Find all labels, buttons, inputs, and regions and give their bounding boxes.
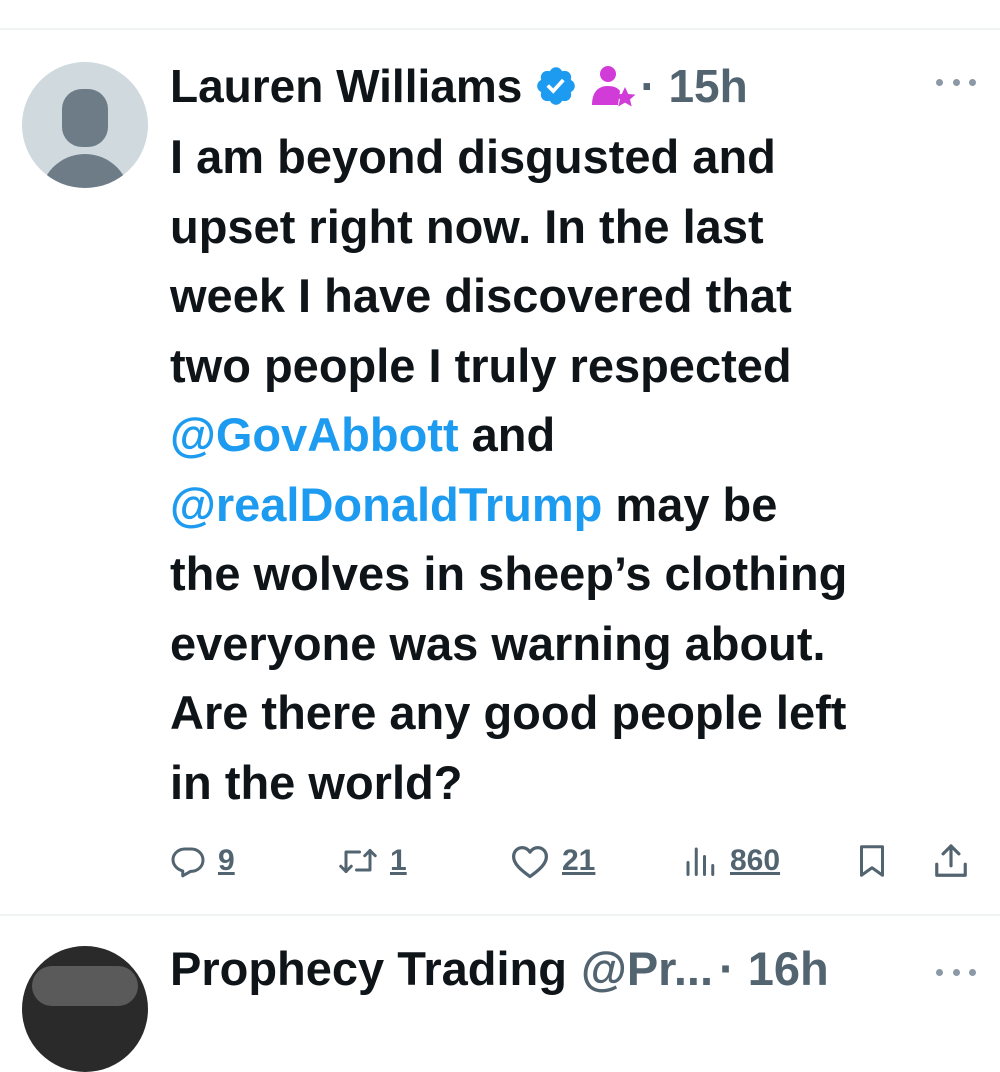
tweet-text-line: @realDonaldTrump may be (170, 470, 980, 540)
reply-count[interactable]: 9 (218, 844, 235, 878)
tweet-text-line: everyone was warning about. (170, 609, 980, 679)
next-author-name[interactable]: Prophecy Trading (170, 941, 567, 996)
more-dots-icon[interactable] (936, 962, 976, 982)
tweet-text-segment: Are there any good people left (170, 686, 847, 739)
tweet-text-line: in the world? (170, 748, 980, 818)
dot (936, 968, 943, 976)
tweet-text-segment: two people I truly respected (170, 338, 792, 392)
tweet-actions: 9 1 21 860 (170, 836, 980, 886)
next-author-handle[interactable]: @Pr... (581, 941, 713, 996)
tweet-text: I am beyond disgusted and upset right now… (170, 122, 980, 817)
next-avatar-shape (32, 966, 138, 1006)
heart-icon (512, 845, 548, 879)
author-name[interactable]: Lauren Williams (170, 59, 522, 113)
dot (969, 968, 976, 976)
tweet-divider (0, 914, 1000, 916)
tweet-text-segment: and (458, 408, 556, 461)
dot (952, 78, 960, 86)
views-button[interactable]: 860 (682, 836, 780, 886)
like-count[interactable]: 21 (562, 844, 595, 878)
tweet-text-segment: I am beyond disgusted and (170, 130, 776, 183)
reply-button[interactable]: 9 (170, 836, 235, 886)
tweet-timestamp[interactable]: · 15h (640, 59, 747, 113)
share-button[interactable] (932, 836, 970, 886)
avatar-body-shape (40, 154, 130, 188)
retweet-button[interactable]: 1 (338, 836, 407, 886)
share-icon (935, 844, 967, 877)
reply-icon (171, 847, 205, 878)
dot (936, 78, 943, 86)
tweet-text-line: the wolves in sheep’s clothing (170, 539, 980, 609)
tweet-text-line: @GovAbbott and (170, 400, 980, 470)
tweet-text-segment: may be (602, 477, 778, 531)
tweet-header: Lauren Williams · 15h (170, 56, 748, 116)
top-divider (0, 28, 1000, 30)
tweet-text-segment: the wolves in sheep’s clothing (170, 547, 848, 600)
tweet-text-segment: in the world? (170, 755, 463, 809)
views-icon (686, 847, 715, 876)
like-button[interactable]: 21 (510, 836, 595, 886)
avatar[interactable] (22, 62, 148, 188)
dot (969, 78, 976, 86)
tweet-text-segment: week I have discovered that (170, 269, 792, 322)
tweet-text-segment: everyone was warning about. (170, 616, 826, 670)
view-count[interactable]: 860 (730, 844, 780, 878)
next-avatar[interactable] (22, 946, 148, 1072)
tweet-text-line: Are there any good people left (170, 678, 980, 748)
bookmark-button[interactable] (854, 836, 890, 886)
tweet-text-line: week I have discovered that (170, 261, 980, 331)
avatar-head-shape (62, 89, 108, 147)
dot (952, 968, 960, 976)
next-tweet-header: Prophecy Trading @Pr... · 16h (170, 938, 829, 998)
person-star-icon[interactable] (588, 63, 636, 109)
retweet-count[interactable]: 1 (390, 844, 407, 878)
mention-link[interactable]: @realDonaldTrump (170, 478, 602, 531)
tweet-text-segment: upset right now. In the last (170, 199, 764, 253)
next-tweet-timestamp[interactable]: · 16h (719, 941, 829, 996)
tweet-text-line: upset right now. In the last (170, 192, 980, 262)
retweet-icon (339, 849, 377, 873)
verified-badge-icon[interactable] (534, 64, 578, 108)
bookmark-icon (860, 845, 884, 877)
mention-link[interactable]: @GovAbbott (170, 408, 459, 461)
more-dots-icon[interactable] (936, 72, 976, 92)
tweet-text-line: two people I truly respected (170, 331, 980, 401)
tweet-text-line: I am beyond disgusted and (170, 122, 980, 192)
